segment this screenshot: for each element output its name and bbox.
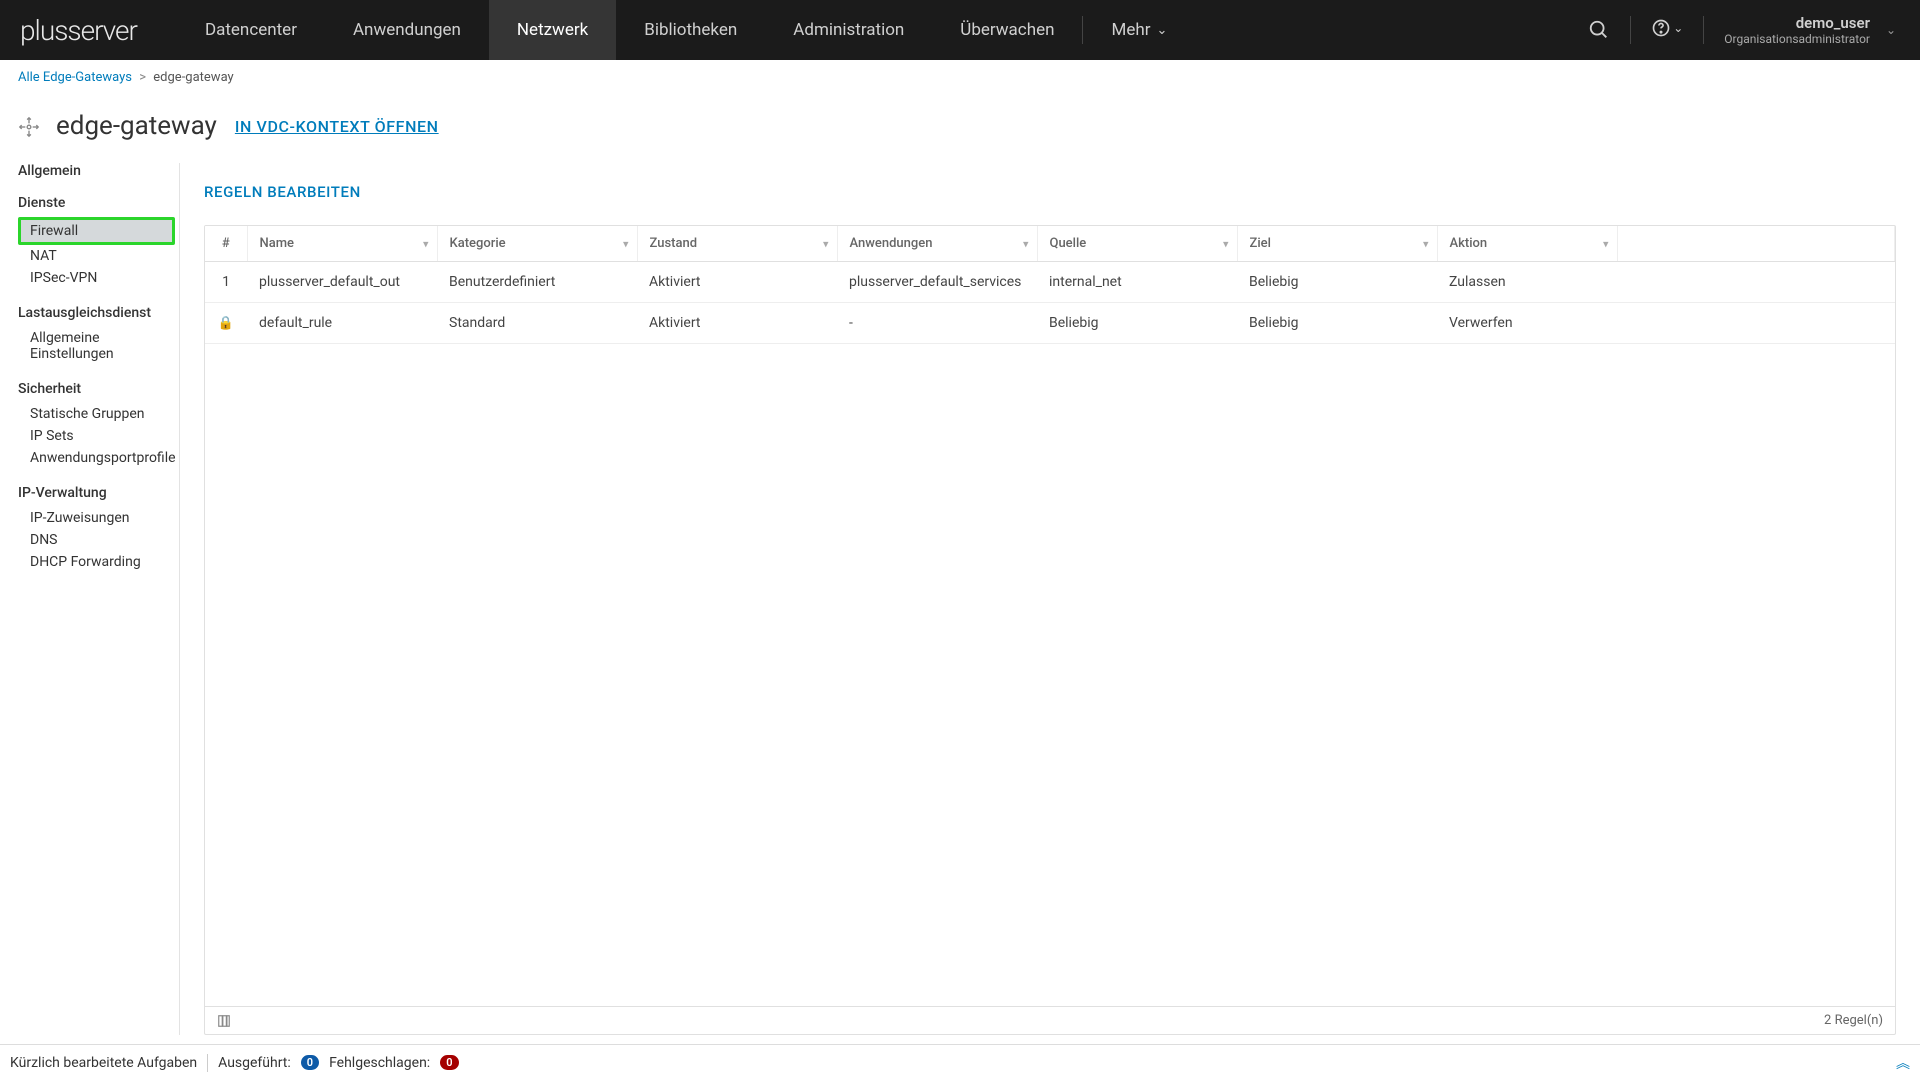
col-quelle[interactable]: Quelle▾: [1037, 226, 1237, 262]
col-spacer: [1617, 226, 1895, 262]
status-recent-tasks[interactable]: Kürzlich bearbeitete Aufgaben: [10, 1055, 197, 1071]
sidebar-item-dhcp-forwarding[interactable]: DHCP Forwarding: [18, 551, 179, 573]
topbar-separator-2: [1703, 16, 1704, 44]
columns-icon[interactable]: [217, 1014, 231, 1028]
sidebar-group-allgemein[interactable]: Allgemein: [18, 163, 179, 179]
nav-bibliotheken[interactable]: Bibliotheken: [616, 0, 765, 60]
col-ziel[interactable]: Ziel▾: [1237, 226, 1437, 262]
sidebar-item-firewall[interactable]: Firewall: [18, 217, 175, 245]
nav-mehr[interactable]: Mehr ⌄: [1083, 0, 1195, 60]
col-zustand[interactable]: Zustand▾: [637, 226, 837, 262]
sidebar-item-allg-einstellungen[interactable]: Allgemeine Einstellungen: [18, 327, 179, 365]
cell-name: plusserver_default_out: [247, 262, 437, 303]
cell-quelle: Beliebig: [1037, 303, 1237, 344]
filter-icon[interactable]: ▾: [1603, 237, 1609, 250]
breadcrumb-root[interactable]: Alle Edge-Gateways: [18, 70, 132, 85]
open-in-vdc-link[interactable]: IN VDC-KONTEXT ÖFFNEN: [235, 117, 439, 136]
cell-ziel: Beliebig: [1237, 262, 1437, 303]
table-footer: 2 Regel(n): [205, 1006, 1895, 1034]
filter-icon[interactable]: ▾: [423, 237, 429, 250]
firewall-rules-table: # Name▾ Kategorie▾ Zustand▾ Anwendungen▾…: [204, 225, 1896, 1035]
cell-kategorie: Benutzerdefiniert: [437, 262, 637, 303]
sidebar-group-ip-verwaltung: IP-Verwaltung: [18, 485, 179, 501]
nav-ueberwachen[interactable]: Überwachen: [932, 0, 1082, 60]
nav-datencenter[interactable]: Datencenter: [177, 0, 325, 60]
help-icon[interactable]: ⌄: [1651, 18, 1683, 43]
status-failed-label: Fehlgeschlagen:: [329, 1055, 430, 1071]
sidebar-item-ip-sets[interactable]: IP Sets: [18, 425, 179, 447]
sidebar-item-anwendungsportprofile[interactable]: Anwendungsportprofile: [18, 447, 179, 469]
col-kategorie[interactable]: Kategorie▾: [437, 226, 637, 262]
sidebar-item-dns[interactable]: DNS: [18, 529, 179, 551]
col-number[interactable]: #: [205, 226, 247, 262]
filter-icon[interactable]: ▾: [823, 237, 829, 250]
main: Allgemein Dienste Firewall NAT IPSec-VPN…: [0, 163, 1920, 1035]
col-aktion[interactable]: Aktion▾: [1437, 226, 1617, 262]
cell-name: default_rule: [247, 303, 437, 344]
page-header: edge-gateway IN VDC-KONTEXT ÖFFNEN: [0, 95, 1920, 163]
sidebar-item-nat[interactable]: NAT: [18, 245, 179, 267]
user-menu[interactable]: demo_user Organisationsadministrator ⌄: [1724, 14, 1900, 46]
filter-icon[interactable]: ▾: [1023, 237, 1029, 250]
search-icon[interactable]: [1588, 19, 1610, 41]
cell-num: 🔒: [205, 303, 247, 344]
sidebar: Allgemein Dienste Firewall NAT IPSec-VPN…: [0, 163, 180, 1035]
chevron-down-icon: ⌄: [1673, 21, 1683, 35]
cell-anwendungen: -: [837, 303, 1037, 344]
content-actions: REGELN BEARBEITEN: [204, 183, 1896, 201]
nav-mehr-label: Mehr: [1111, 20, 1150, 40]
cell-num: 1: [205, 262, 247, 303]
nav-anwendungen[interactable]: Anwendungen: [325, 0, 489, 60]
brand-logo: plusserver: [20, 14, 137, 47]
filter-icon[interactable]: ▾: [1223, 237, 1229, 250]
topbar-right: ⌄ demo_user Organisationsadministrator ⌄: [1588, 14, 1900, 46]
table-spacer: [205, 344, 1895, 1006]
status-executed-label: Ausgeführt:: [218, 1055, 291, 1071]
status-failed-count[interactable]: 0: [440, 1055, 458, 1070]
nav-netzwerk[interactable]: Netzwerk: [489, 0, 616, 60]
cell-zustand: Aktiviert: [637, 303, 837, 344]
sidebar-group-sicherheit: Sicherheit: [18, 381, 179, 397]
table-row[interactable]: 1 plusserver_default_out Benutzerdefinie…: [205, 262, 1895, 303]
cell-aktion: Zulassen: [1437, 262, 1617, 303]
col-anwendungen[interactable]: Anwendungen▾: [837, 226, 1037, 262]
status-executed-count[interactable]: 0: [301, 1055, 319, 1070]
user-name: demo_user: [1724, 14, 1870, 32]
edit-rules-button[interactable]: REGELN BEARBEITEN: [204, 183, 361, 201]
rules-count: 2 Regel(n): [1824, 1013, 1883, 1028]
sidebar-item-ipsec-vpn[interactable]: IPSec-VPN: [18, 267, 179, 289]
lock-icon: 🔒: [218, 316, 234, 331]
cell-ziel: Beliebig: [1237, 303, 1437, 344]
user-role: Organisationsadministrator: [1724, 32, 1870, 46]
chevron-down-icon: ⌄: [1156, 23, 1167, 38]
nav-administration[interactable]: Administration: [765, 0, 932, 60]
topbar-separator: [1630, 16, 1631, 44]
content: REGELN BEARBEITEN # Name▾ Kategorie▾ Zus…: [180, 163, 1920, 1035]
cell-zustand: Aktiviert: [637, 262, 837, 303]
sidebar-group-dienste: Dienste: [18, 195, 179, 211]
cell-aktion: Verwerfen: [1437, 303, 1617, 344]
sidebar-group-lastausgleich: Lastausgleichsdienst: [18, 305, 179, 321]
sidebar-item-ip-zuweisungen[interactable]: IP-Zuweisungen: [18, 507, 179, 529]
expand-icon[interactable]: ︽: [1896, 1053, 1910, 1073]
edge-gateway-icon: [18, 116, 38, 136]
status-separator: [207, 1054, 208, 1072]
page-title: edge-gateway: [56, 111, 217, 141]
chevron-down-icon: ⌄: [1886, 23, 1896, 37]
cell-anwendungen: plusserver_default_services: [837, 262, 1037, 303]
breadcrumb-separator: >: [139, 70, 146, 85]
table-row[interactable]: 🔒 default_rule Standard Aktiviert - Beli…: [205, 303, 1895, 344]
statusbar: Kürzlich bearbeitete Aufgaben Ausgeführt…: [0, 1044, 1920, 1080]
breadcrumb-current: edge-gateway: [153, 70, 233, 85]
filter-icon[interactable]: ▾: [623, 237, 629, 250]
main-nav: Datencenter Anwendungen Netzwerk Bibliot…: [177, 0, 1195, 60]
cell-kategorie: Standard: [437, 303, 637, 344]
sidebar-item-statische-gruppen[interactable]: Statische Gruppen: [18, 403, 179, 425]
cell-quelle: internal_net: [1037, 262, 1237, 303]
topbar: plusserver Datencenter Anwendungen Netzw…: [0, 0, 1920, 60]
col-name[interactable]: Name▾: [247, 226, 437, 262]
filter-icon[interactable]: ▾: [1423, 237, 1429, 250]
breadcrumb: Alle Edge-Gateways > edge-gateway: [0, 60, 1920, 95]
